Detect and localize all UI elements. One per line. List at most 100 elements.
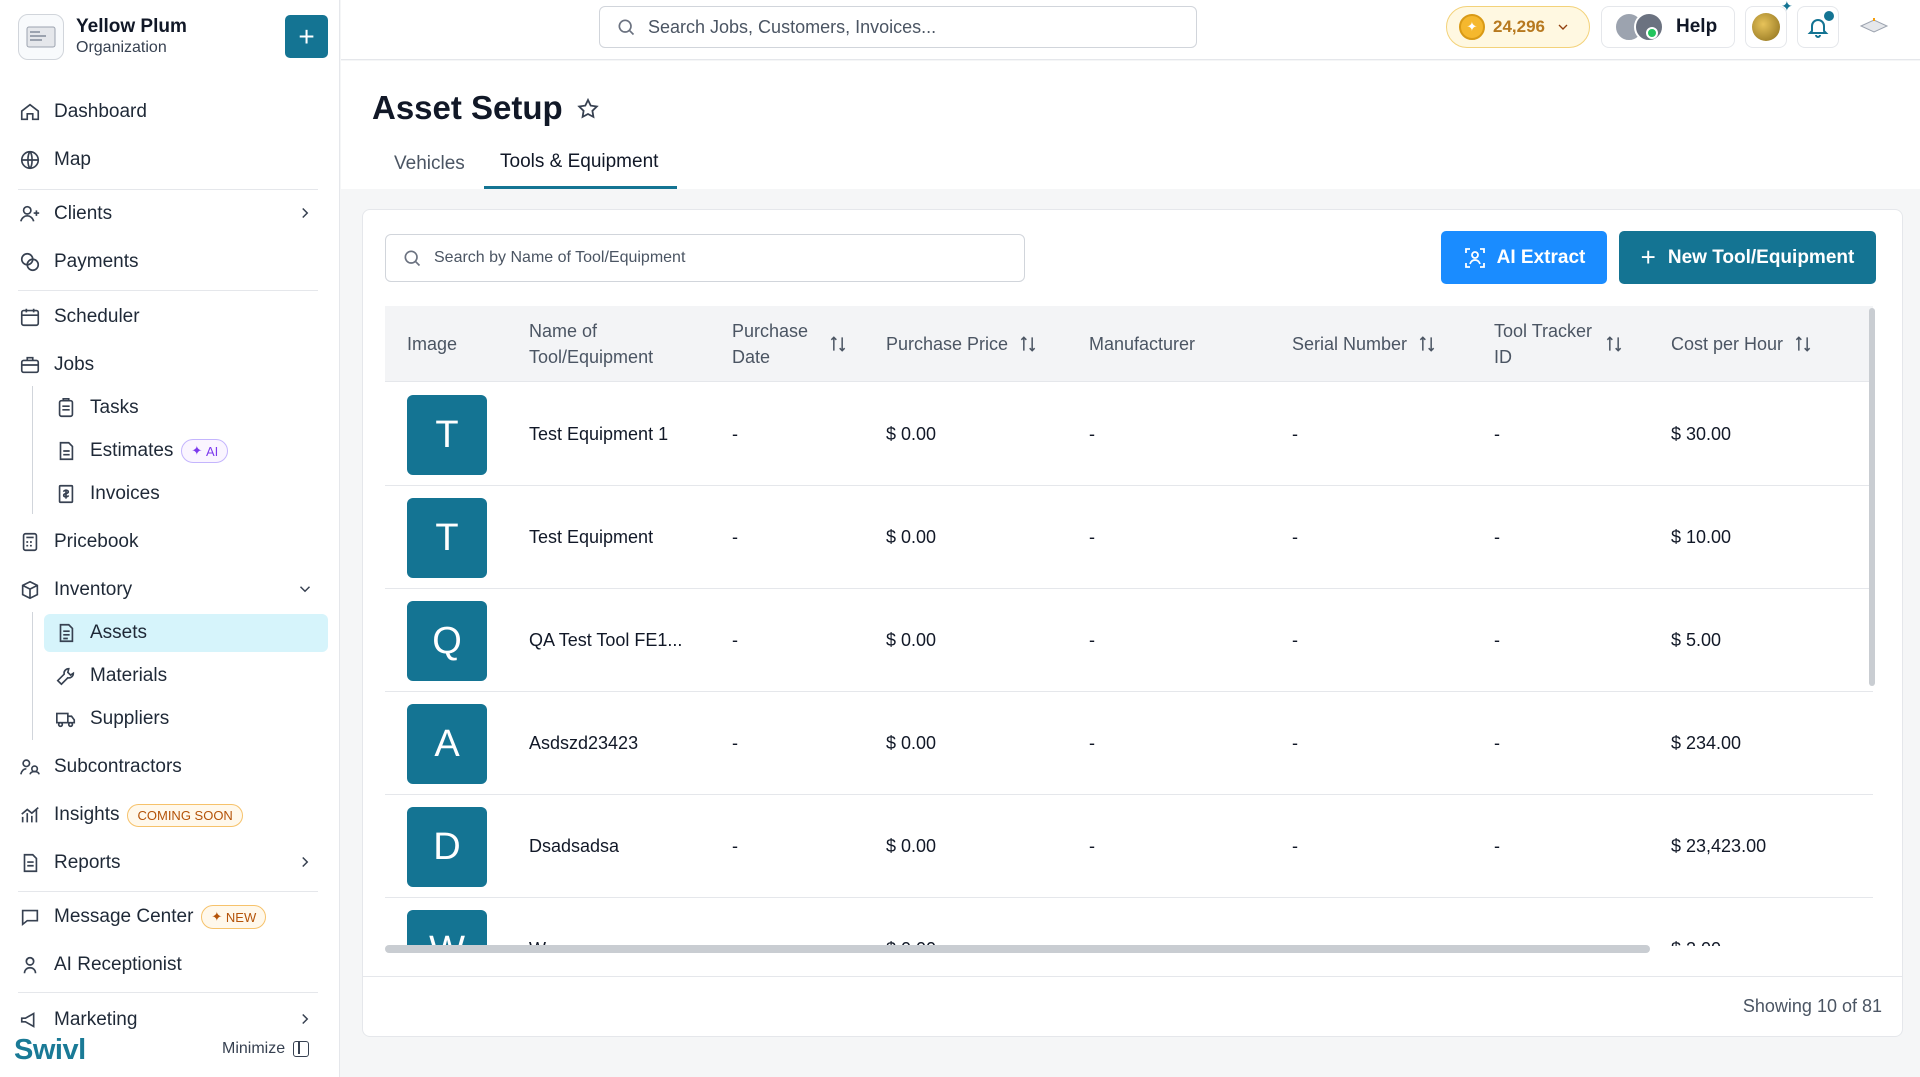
col-label: Manufacturer [1089, 334, 1196, 354]
search-icon [618, 19, 635, 36]
assets-card: Search by Name of Tool/Equipment AI Extr… [362, 209, 1903, 1037]
sidebar-item-label: Dashboard [54, 101, 147, 122]
sidebar-item-tasks[interactable]: Tasks [44, 389, 328, 427]
tab-tools-equipment[interactable]: Tools & Equipment [484, 151, 677, 189]
vertical-scrollbar[interactable] [1869, 308, 1875, 686]
ai-extract-icon [1464, 247, 1485, 268]
cell-purchase-date: - [732, 630, 738, 650]
cell-tool-tracker-id: - [1494, 424, 1500, 444]
cell-manufacturer: - [1089, 898, 1095, 946]
org-logo [18, 14, 64, 60]
file-icon [54, 621, 78, 645]
sort-icon[interactable] [828, 334, 848, 354]
sidebar-item-label: Pricebook [54, 531, 139, 552]
col-serial-number[interactable]: Serial Number [1292, 306, 1437, 382]
cell-tool-tracker-id: - [1494, 527, 1500, 547]
sidebar-item-clients[interactable]: Clients [18, 194, 328, 234]
col-purchase-date[interactable]: Purchase Date [732, 306, 862, 382]
sidebar-item-invoices[interactable]: Invoices [44, 475, 328, 513]
cell-tool-tracker-id: - [1494, 898, 1500, 946]
table-row[interactable]: Q QA Test Tool FE1... - $ 0.00 - - - $ 5.00 [385, 589, 1873, 692]
sort-icon[interactable] [1417, 334, 1437, 354]
table-row[interactable]: W We - $ 0.00 - - - $ 2.00 [385, 898, 1873, 946]
sort-icon[interactable] [1604, 334, 1624, 354]
calendar-icon [18, 305, 42, 329]
sidebar-item-materials[interactable]: Materials [44, 657, 328, 695]
table-header: Image Name of Tool/Equipment Purchase Da… [385, 306, 1873, 382]
box-icon [18, 578, 42, 602]
tool-search-placeholder: Search by Name of Tool/Equipment [434, 249, 686, 266]
cell-purchase-date: - [732, 836, 738, 856]
divider [18, 891, 318, 892]
tab-vehicles[interactable]: Vehicles [394, 151, 465, 189]
sort-icon[interactable] [1793, 334, 1813, 354]
cell-serial-number: - [1292, 898, 1298, 946]
cell-name: We [529, 898, 556, 946]
quick-add-button[interactable]: + [285, 15, 328, 58]
col-purchase-price[interactable]: Purchase Price [886, 306, 1038, 382]
chart-icon [18, 803, 42, 827]
sidebar-item-suppliers[interactable]: Suppliers [44, 700, 328, 738]
table-row[interactable]: A Asdszd23423 - $ 0.00 - - - $ 234.00 [385, 692, 1873, 795]
sidebar-item-payments[interactable]: Payments [18, 242, 328, 282]
sidebar-item-scheduler[interactable]: Scheduler [18, 297, 328, 337]
sidebar-item-estimates[interactable]: Estimates ✦ AI [44, 432, 328, 470]
sidebar-item-subcontractors[interactable]: Subcontractors [18, 747, 328, 787]
minimize-button[interactable]: Minimize [222, 1040, 310, 1058]
chevron-right-icon [296, 204, 314, 222]
sidebar-item-label: AI Receptionist [54, 954, 182, 975]
cell-name: Asdszd23423 [529, 733, 639, 753]
sidebar-item-pricebook[interactable]: Pricebook [18, 522, 328, 562]
cell-cost-per-hour: $ 5.00 [1671, 630, 1722, 650]
org-switcher[interactable]: Yellow Plum Organization [18, 12, 328, 62]
chevron-right-icon [296, 1010, 314, 1028]
global-search-placeholder: Search Jobs, Customers, Invoices... [648, 16, 937, 37]
col-tool-tracker-id[interactable]: Tool Tracker ID [1494, 306, 1624, 382]
sidebar-item-assets[interactable]: Assets [44, 614, 328, 652]
megaphone-icon [18, 1008, 42, 1032]
notification-dot [1824, 11, 1834, 21]
sidebar-item-label: Message Center [54, 906, 194, 927]
cell-purchase-date: - [732, 733, 738, 753]
table-row[interactable]: D Dsadsadsa - $ 0.00 - - - $ 23,423.00 [385, 795, 1873, 898]
cell-serial-number: - [1292, 424, 1298, 444]
sparkle-icon: ✦ [1781, 0, 1793, 14]
notifications-button[interactable] [1797, 6, 1839, 48]
sidebar-item-insights[interactable]: Insights COMING SOON [18, 795, 328, 835]
global-search-input[interactable]: Search Jobs, Customers, Invoices... [599, 6, 1197, 48]
coins-icon [18, 250, 42, 274]
cell-purchase-price: $ 0.00 [886, 836, 937, 856]
graduation-cap-icon[interactable] [1859, 14, 1889, 38]
tool-search-input[interactable]: Search by Name of Tool/Equipment [385, 234, 1025, 282]
col-name: Name of Tool/Equipment [529, 306, 679, 382]
ai-extract-button[interactable]: AI Extract [1441, 231, 1607, 284]
sidebar-item-ai-receptionist[interactable]: AI Receptionist [18, 945, 328, 985]
sidebar-item-dashboard[interactable]: Dashboard [18, 92, 328, 132]
credits-dropdown[interactable]: ✦ 24,296 [1446, 6, 1590, 48]
cell-tool-tracker-id: - [1494, 733, 1500, 753]
cell-cost-per-hour: $ 234.00 [1671, 733, 1742, 753]
sidebar-item-label: Suppliers [90, 708, 170, 729]
table-row[interactable]: T Test Equipment 1 - $ 0.00 - - - $ 30.00 [385, 383, 1873, 486]
new-tool-button[interactable]: + New Tool/Equipment [1619, 231, 1876, 284]
favorite-star-icon[interactable] [576, 97, 600, 121]
cell-purchase-price: $ 0.00 [886, 630, 937, 650]
horizontal-scrollbar[interactable] [385, 945, 1650, 953]
sidebar-item-label: Assets [90, 622, 148, 643]
help-button[interactable]: Help [1601, 6, 1735, 48]
coming-soon-badge: COMING SOON [127, 803, 243, 827]
document-icon [54, 439, 78, 463]
workspace-avatar [1752, 13, 1780, 41]
sidebar-item-reports[interactable]: Reports [18, 843, 328, 883]
col-label: Tool Tracker ID [1494, 321, 1593, 367]
asset-thumbnail: D [407, 807, 487, 887]
sidebar-item-map[interactable]: Map [18, 140, 328, 180]
sidebar-item-inventory[interactable]: Inventory [18, 570, 328, 610]
sort-icon[interactable] [1018, 334, 1038, 354]
col-cost-per-hour[interactable]: Cost per Hour [1671, 306, 1813, 382]
table-row[interactable]: T Test Equipment - $ 0.00 - - - $ 10.00 [385, 486, 1873, 589]
cell-manufacturer: - [1089, 527, 1095, 547]
sidebar-item-message-center[interactable]: Message Center ✦ NEW [18, 897, 328, 937]
cell-purchase-price: $ 0.00 [886, 527, 937, 547]
sidebar-item-jobs[interactable]: Jobs [18, 345, 328, 385]
